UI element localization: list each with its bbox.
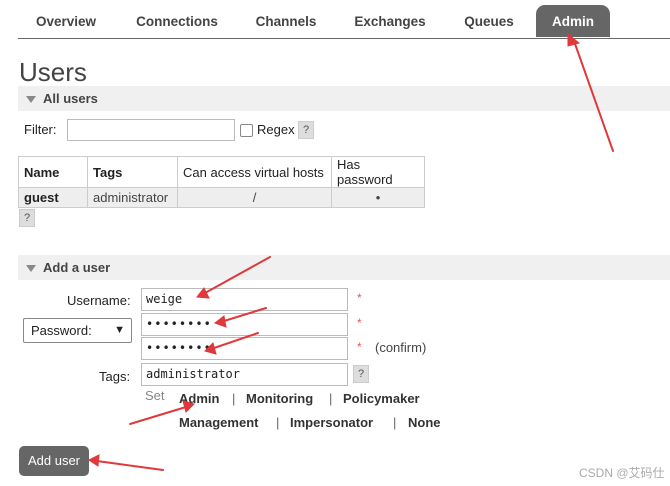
- tag-option-none[interactable]: None: [408, 415, 441, 430]
- all-users-section-header[interactable]: All users: [18, 86, 670, 111]
- filter-input[interactable]: [67, 119, 235, 141]
- col-has-password: Has password: [331, 156, 425, 188]
- add-user-title: Add a user: [43, 260, 111, 275]
- annotation-arrow-add-user: [88, 454, 164, 471]
- col-name: Name: [18, 156, 88, 188]
- separator: |: [329, 391, 333, 406]
- password-required-mark: *: [357, 316, 362, 330]
- separator: |: [393, 415, 397, 430]
- username-required-mark: *: [357, 291, 362, 305]
- tab-connections[interactable]: Connections: [122, 5, 232, 37]
- confirm-required-mark: *: [357, 340, 362, 354]
- tag-option-impersonator[interactable]: Impersonator: [290, 415, 373, 430]
- tab-admin[interactable]: Admin: [536, 5, 610, 37]
- regex-checkbox[interactable]: [240, 124, 253, 137]
- tab-channels[interactable]: Channels: [243, 5, 329, 37]
- tab-queues[interactable]: Queues: [450, 5, 528, 37]
- tag-option-management[interactable]: Management: [179, 415, 258, 430]
- filter-label: Filter:: [24, 122, 57, 137]
- tag-option-monitoring[interactable]: Monitoring: [246, 391, 313, 406]
- tag-option-admin[interactable]: Admin: [179, 391, 219, 406]
- password-mode-select[interactable]: Password: ▼: [23, 318, 132, 343]
- user-vhosts-cell: /: [177, 187, 332, 208]
- username-label: Username:: [67, 293, 131, 308]
- username-input[interactable]: weige: [141, 288, 348, 311]
- csdn-watermark: CSDN @艾码仕: [579, 466, 665, 480]
- set-label: Set: [145, 388, 165, 403]
- add-user-section-header[interactable]: Add a user: [18, 255, 670, 280]
- tab-overview[interactable]: Overview: [18, 5, 114, 37]
- dropdown-arrow-icon: ▼: [114, 324, 125, 336]
- user-name-cell[interactable]: guest: [18, 187, 88, 208]
- add-user-button[interactable]: Add user: [19, 446, 89, 476]
- tags-label: Tags:: [99, 369, 131, 384]
- collapse-triangle-icon: [26, 96, 36, 104]
- tag-option-policymaker[interactable]: Policymaker: [343, 391, 420, 406]
- confirm-label: (confirm): [375, 340, 427, 355]
- password-confirm-input[interactable]: ••••••••: [141, 337, 348, 360]
- separator: |: [276, 415, 280, 430]
- table-help-button[interactable]: ?: [19, 209, 35, 227]
- col-vhosts: Can access virtual hosts: [177, 156, 332, 188]
- col-tags: Tags: [87, 156, 178, 188]
- users-table: Name Tags Can access virtual hosts Has p…: [18, 156, 425, 208]
- page-title: Users: [19, 57, 87, 87]
- separator: |: [232, 391, 236, 406]
- all-users-title: All users: [43, 91, 98, 106]
- password-mode-value: Password:: [31, 323, 92, 338]
- tags-input[interactable]: administrator: [141, 363, 348, 386]
- tags-help-button[interactable]: ?: [353, 365, 369, 383]
- regex-label: Regex: [257, 122, 295, 137]
- table-row[interactable]: guest administrator / •: [18, 187, 425, 208]
- user-tags-cell: administrator: [87, 187, 178, 208]
- main-nav: Overview Connections Channels Exchanges …: [18, 5, 670, 39]
- annotation-arrows: [88, 32, 614, 471]
- user-has-password-cell: •: [331, 187, 425, 208]
- collapse-triangle-icon: [26, 265, 36, 273]
- table-header-row: Name Tags Can access virtual hosts Has p…: [18, 156, 425, 188]
- filter-help-button[interactable]: ?: [298, 121, 314, 139]
- password-input[interactable]: ••••••••: [141, 313, 348, 336]
- tab-exchanges[interactable]: Exchanges: [344, 5, 436, 37]
